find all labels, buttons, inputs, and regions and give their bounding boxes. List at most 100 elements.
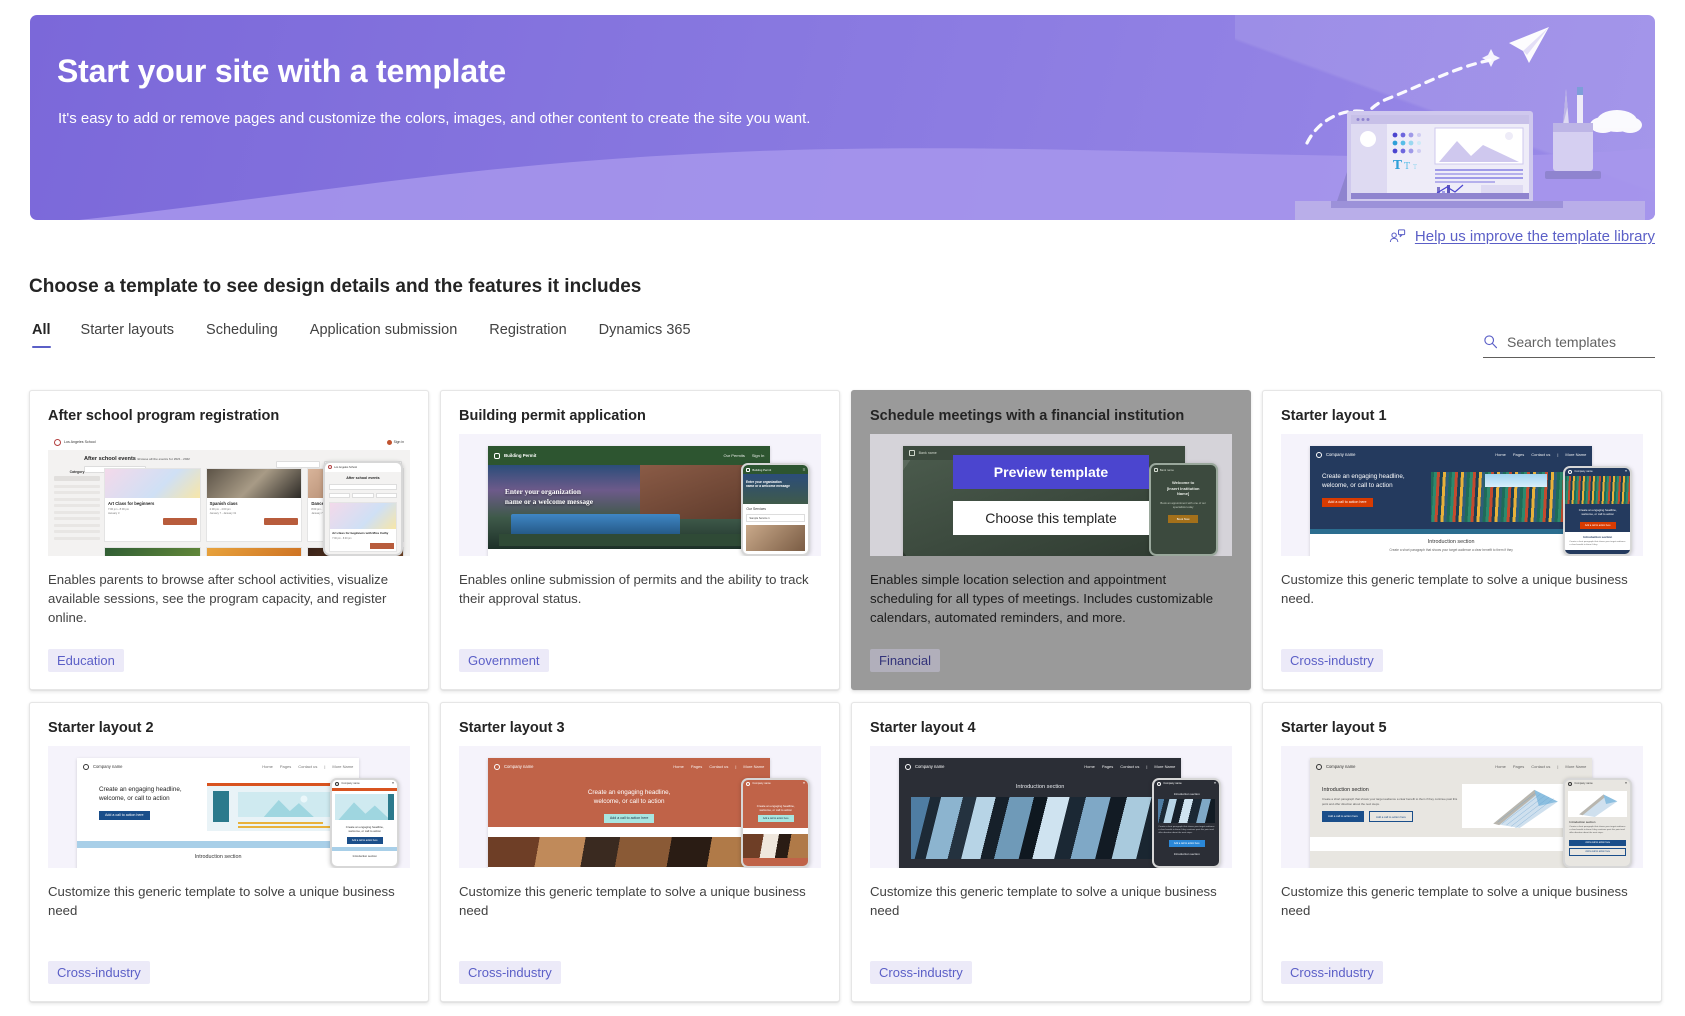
template-card-after-school-program-registration[interactable]: After school program registration Los An… (29, 390, 429, 690)
tab-application-submission[interactable]: Application submission (294, 320, 474, 348)
section-heading: Choose a template to see design details … (29, 276, 642, 297)
thumb-cta-primary: Add a call to action here (1321, 811, 1364, 823)
thumb-brand: Company name (503, 764, 534, 770)
thumb-cta-secondary: Add a call to action here (1368, 811, 1413, 823)
card-description: Customize this generic template to solve… (870, 884, 1217, 919)
thumb-phone-headline2: welcome, or call to action (759, 807, 792, 812)
thumb-phone-cta: Add a call to action here (346, 836, 383, 844)
card-description: Customize this generic template to solve… (1281, 572, 1628, 607)
template-card-starter-layout-2[interactable]: Starter layout 2 Company name Home Pages… (29, 702, 429, 1002)
search-templates-box[interactable] (1483, 328, 1655, 358)
card-thumbnail: Company name Home Pages Contact us | Mor… (1281, 746, 1643, 868)
thumb-event-name: Spanish class (209, 501, 238, 506)
svg-text:T: T (1393, 158, 1402, 172)
card-tag: Education (48, 649, 124, 672)
card-tag: Cross-industry (1281, 961, 1383, 984)
thumb-phone-time: 7:00 pm - 8:00 pm (332, 536, 352, 540)
card-tag: Cross-industry (48, 961, 150, 984)
thumb-heading: After school events (84, 456, 136, 462)
card-thumbnail: Building Permit Our Permits Sign In Ente… (459, 434, 821, 556)
card-thumbnail: Company name Home Pages Contact us | Mor… (48, 746, 410, 868)
thumb-phone-headline2: welcome, or call to action (1581, 511, 1614, 516)
thumb-nav-item: Contact us (1120, 764, 1140, 770)
card-thumbnail: Company name Home Pages Contact us | Mor… (1281, 434, 1643, 556)
thumb-phone-intro-title: Introduction section (1173, 791, 1200, 796)
svg-text:T: T (1413, 164, 1417, 171)
thumb-phone-intro-body: Create a short paragraph that shows your… (1158, 825, 1215, 835)
help-improve-template-library-link[interactable]: Help us improve the template library (1389, 228, 1655, 245)
thumb-nav-item: Pages (1512, 452, 1525, 458)
thumb-cta: Add a call to action here (1321, 497, 1373, 507)
tab-all[interactable]: All (30, 320, 65, 348)
tab-scheduling[interactable]: Scheduling (190, 320, 294, 348)
template-card-starter-layout-5[interactable]: Starter layout 5 Company name Home Pages… (1262, 702, 1662, 1002)
thumb-phone-brand: Company name (341, 782, 360, 786)
thumb-event-name: Art Class for beginners (108, 501, 155, 506)
thumb-phone-intro-title: Introduction section (1583, 534, 1613, 539)
thumb-signin: Sign in (393, 440, 404, 444)
thumb-phone-hero2: name or a welcome message (745, 483, 790, 488)
thumb-phone-intro-title2: Introduction section (1173, 851, 1200, 856)
thumb-nav-item: Contact us (709, 764, 729, 770)
thumb-nav-item: Sign In (751, 453, 765, 459)
thumb-phone-event: Art class for beginners with Miss Cathy (332, 530, 389, 535)
card-description: Enables parents to browse after school a… (48, 572, 389, 626)
thumb-phone-brand: Building Permit (752, 467, 772, 472)
thumb-phone-cta-secondary: Add a call to action here (1569, 847, 1627, 856)
template-card-starter-layout-4[interactable]: Starter layout 4 Company name Home Pages… (851, 702, 1251, 1002)
card-thumbnail: Company name Home Pages Contact us | Mor… (870, 746, 1232, 868)
template-gallery-page: T T T Start your site with a template It… (0, 0, 1685, 1016)
thumb-service-item: Sample Service 1 (746, 514, 806, 523)
thumb-intro-body: Create a short paragraph that shows your… (1389, 548, 1513, 553)
card-title: Starter layout 5 (1281, 720, 1387, 736)
thumb-brand: Bank name (918, 451, 937, 456)
template-card-schedule-meetings-financial-institution[interactable]: Schedule meetings with a financial insti… (851, 390, 1251, 690)
thumb-nav-item: Home (1495, 764, 1506, 770)
card-description: Enables online submission of permits and… (459, 572, 809, 607)
thumb-intro-body: Create a short paragraph that shows your… (1321, 797, 1458, 806)
thumb-nav-item: Pages (279, 764, 292, 770)
thumb-nav-item: Contact us (298, 764, 318, 770)
thumb-phone-headline2: welcome, or call to action (348, 828, 381, 833)
template-card-starter-layout-1[interactable]: Starter layout 1 Company name Home Pages… (1262, 390, 1662, 690)
thumb-headline1: Create an engaging headline, (587, 789, 671, 797)
category-tabs: All Starter layouts Scheduling Applicati… (30, 320, 707, 348)
thumb-cta: Add a call to action here (603, 813, 655, 823)
card-title: Starter layout 3 (459, 720, 565, 736)
search-input[interactable] (1507, 333, 1655, 350)
thumb-nav-item: Contact us (1531, 764, 1551, 770)
hero-banner: T T T Start your site with a template It… (30, 15, 1655, 220)
feedback-person-icon (1389, 229, 1406, 243)
thumb-subheading: Browse all the events for 2021 - 2022 (137, 457, 190, 461)
thumb-phone-brand: Company name (1163, 782, 1182, 786)
card-title: Schedule meetings with a financial insti… (870, 408, 1185, 424)
thumb-intro-title: Introduction section (1427, 539, 1475, 546)
card-thumbnail: Bank name Bank name Welcome to [Insert I… (870, 434, 1232, 556)
thumb-nav-item: Home (673, 764, 684, 770)
template-card-building-permit-application[interactable]: Building permit application Building Per… (440, 390, 840, 690)
thumb-nav-item: Contact us (1531, 452, 1551, 458)
template-card-starter-layout-3[interactable]: Starter layout 3 Company name Home Pages… (440, 702, 840, 1002)
choose-this-template-button[interactable]: Choose this template (953, 501, 1149, 535)
tab-dynamics-365[interactable]: Dynamics 365 (583, 320, 707, 348)
search-icon (1484, 335, 1498, 349)
thumb-phone-brand: Company name (1574, 782, 1593, 786)
card-hover-actions: Preview template Choose this template (953, 455, 1149, 535)
thumb-phone-cta: Add a call to action here (1579, 521, 1616, 529)
tab-starter-layouts[interactable]: Starter layouts (65, 320, 191, 348)
thumb-nav-item: Pages (690, 764, 703, 770)
thumb-phone-cta-primary: Add a call to action here (1569, 839, 1627, 846)
tab-registration[interactable]: Registration (473, 320, 582, 348)
thumb-phone-intro-body: Create a short paragraph that shows your… (1569, 825, 1626, 835)
card-tag: Cross-industry (1281, 649, 1383, 672)
thumb-intro-title: Introduction section (1015, 784, 1065, 791)
thumb-hero-line2: name or a welcome message (504, 497, 594, 506)
thumb-phone-cta: Add a call to action here (757, 814, 794, 822)
preview-template-button[interactable]: Preview template (953, 455, 1149, 489)
thumb-brand: Building Permit (503, 453, 537, 459)
thumb-phone-intro-body: Create a short paragraph that shows your… (1569, 540, 1626, 547)
thumb-intro-title: Introduction section (194, 854, 242, 861)
thumb-brand: Los Angeles School (64, 440, 96, 444)
card-tag: Financial (870, 649, 941, 672)
thumb-phone-cta: Book Now (1168, 515, 1199, 524)
